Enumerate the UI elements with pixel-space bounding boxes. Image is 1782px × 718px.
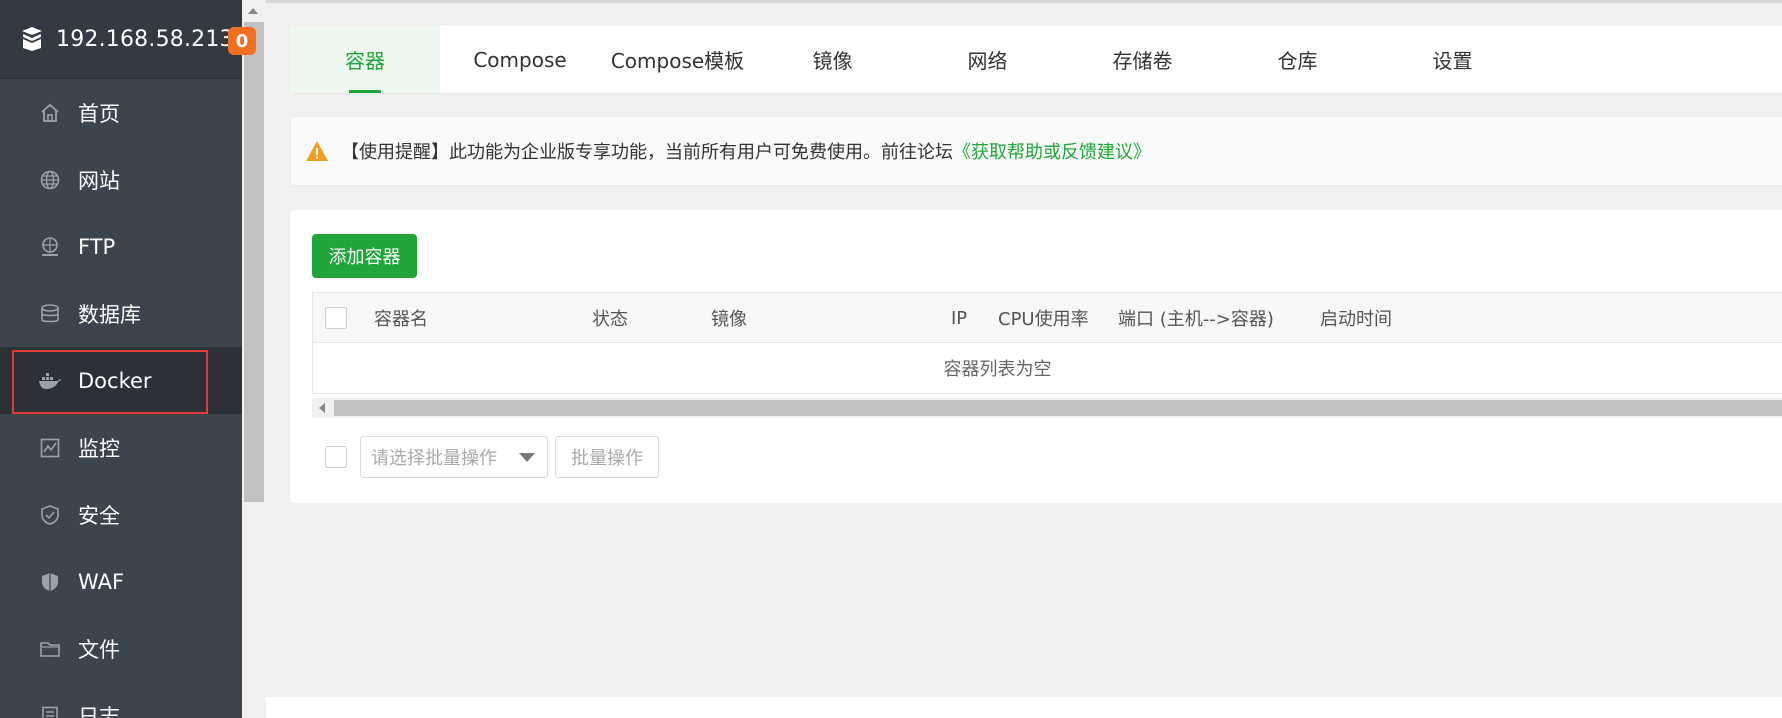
empty-table-message: 容器列表为空 xyxy=(943,359,1052,380)
server-icon xyxy=(22,27,42,51)
monitor-icon xyxy=(38,436,62,460)
tab-images[interactable]: 镜像 xyxy=(755,26,910,93)
column-header-name[interactable]: 容器名 xyxy=(374,293,428,343)
scrollbar-thumb[interactable] xyxy=(244,22,264,502)
sidebar-item-files[interactable]: 文件 xyxy=(0,615,242,682)
sidebar-item-home[interactable]: 首页 xyxy=(0,79,242,146)
sidebar-item-label: 文件 xyxy=(78,637,120,662)
sidebar-header: 192.168.58.213 xyxy=(0,0,242,79)
scroll-up-icon[interactable] xyxy=(248,8,258,14)
tab-network[interactable]: 网络 xyxy=(910,26,1065,93)
footer-area xyxy=(266,697,1782,718)
select-all-checkbox[interactable] xyxy=(325,307,347,329)
sidebar-item-label: 首页 xyxy=(78,101,120,126)
globe-icon xyxy=(38,168,62,192)
usage-notice: 【使用提醒】此功能为企业版专享功能，当前所有用户可免费使用。前往论坛 《获取帮助… xyxy=(290,116,1782,186)
column-header-ip[interactable]: IP xyxy=(951,293,967,343)
home-icon xyxy=(38,101,62,125)
batch-select-checkbox[interactable] xyxy=(325,446,347,468)
sidebar-item-waf[interactable]: WAF xyxy=(0,548,242,615)
tab-volumes[interactable]: 存储卷 xyxy=(1065,26,1220,93)
sidebar-item-monitor[interactable]: 监控 xyxy=(0,414,242,481)
sidebar-item-label: 监控 xyxy=(78,436,120,461)
vertical-scrollbar[interactable] xyxy=(242,0,266,718)
containers-panel: 添加容器 容器名 状态 镜像 IP CPU使用率 端口 (主机-->容器) 启动… xyxy=(290,210,1782,503)
tab-compose-template[interactable]: Compose模板 xyxy=(600,26,755,93)
sidebar-item-website[interactable]: 网站 xyxy=(0,146,242,213)
waf-icon xyxy=(38,570,62,594)
notification-badge[interactable]: 0 xyxy=(228,27,256,55)
sidebar: 192.168.58.213 首页 网站 FTP 数据库 Docker 监控 安… xyxy=(0,0,242,718)
sidebar-item-label: 安全 xyxy=(78,503,120,528)
add-container-button[interactable]: 添加容器 xyxy=(312,234,417,278)
chevron-down-icon xyxy=(519,453,535,462)
sidebar-item-security[interactable]: 安全 xyxy=(0,481,242,548)
feedback-link[interactable]: 《获取帮助或反馈建议》 xyxy=(953,138,1151,164)
sidebar-item-label: Docker xyxy=(78,368,152,393)
tab-registry[interactable]: 仓库 xyxy=(1220,26,1375,93)
sidebar-item-docker[interactable]: Docker xyxy=(0,347,242,414)
column-header-cpu[interactable]: CPU使用率 xyxy=(998,293,1089,343)
server-ip[interactable]: 192.168.58.213 xyxy=(56,27,234,52)
sidebar-item-label: 网站 xyxy=(78,168,120,193)
column-header-ports[interactable]: 端口 (主机-->容器) xyxy=(1118,293,1274,343)
docker-icon xyxy=(38,369,62,393)
column-header-image[interactable]: 镜像 xyxy=(711,293,747,343)
log-icon xyxy=(38,704,62,718)
sidebar-item-label: FTP xyxy=(78,234,116,259)
tab-compose[interactable]: Compose xyxy=(440,26,600,93)
select-all-cell xyxy=(325,293,347,343)
tab-settings[interactable]: 设置 xyxy=(1375,26,1530,93)
sidebar-item-logs[interactable]: 日志 xyxy=(0,682,242,718)
sidebar-item-label: 数据库 xyxy=(78,302,141,327)
horizontal-scrollbar[interactable] xyxy=(312,398,1782,418)
batch-operation-button[interactable]: 批量操作 xyxy=(555,436,659,478)
top-divider xyxy=(266,0,1782,3)
sidebar-item-ftp[interactable]: FTP xyxy=(0,213,242,280)
column-header-start-time[interactable]: 启动时间 xyxy=(1320,293,1392,343)
database-icon xyxy=(38,302,62,326)
sidebar-item-database[interactable]: 数据库 xyxy=(0,280,242,347)
sidebar-item-label: WAF xyxy=(78,569,125,594)
batch-operation-select[interactable]: 请选择批量操作 xyxy=(360,436,548,478)
horizontal-scrollbar-thumb[interactable] xyxy=(334,400,1782,416)
shield-icon xyxy=(38,503,62,527)
column-header-status[interactable]: 状态 xyxy=(592,293,628,343)
scroll-left-icon[interactable] xyxy=(319,403,325,413)
containers-table: 容器名 状态 镜像 IP CPU使用率 端口 (主机-->容器) 启动时间 容器… xyxy=(312,292,1782,394)
docker-tabs: 容器 Compose Compose模板 镜像 网络 存储卷 仓库 设置 xyxy=(290,26,1782,93)
warning-icon xyxy=(306,141,328,161)
ftp-icon xyxy=(38,235,62,259)
notice-text: 【使用提醒】此功能为企业版专享功能，当前所有用户可免费使用。前往论坛 xyxy=(341,142,953,163)
folder-icon xyxy=(38,637,62,661)
batch-operations: 请选择批量操作 批量操作 xyxy=(312,436,659,478)
table-header: 容器名 状态 镜像 IP CPU使用率 端口 (主机-->容器) 启动时间 xyxy=(313,293,1782,343)
tab-containers[interactable]: 容器 xyxy=(290,26,440,93)
sidebar-item-label: 日志 xyxy=(78,704,120,718)
batch-select-placeholder: 请选择批量操作 xyxy=(371,448,497,469)
empty-table-row: 容器列表为空 xyxy=(313,343,1782,393)
